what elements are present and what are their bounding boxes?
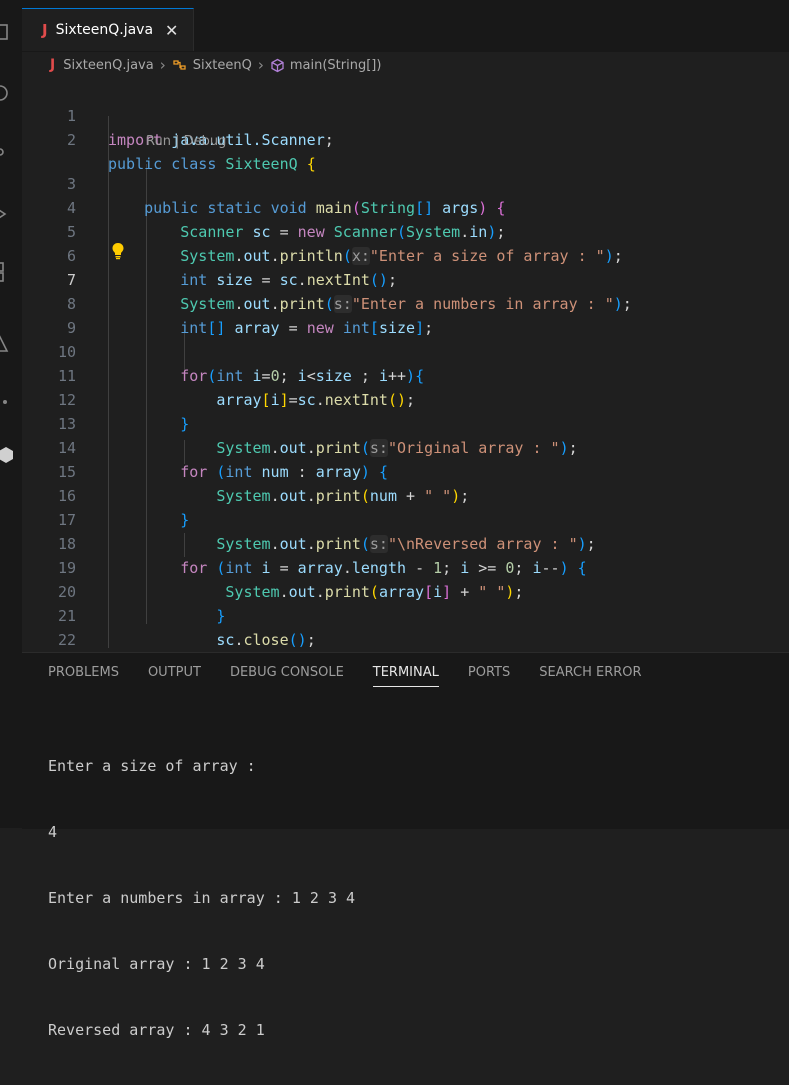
code-line: 14 for (int num : array) { xyxy=(57,439,388,481)
code-line: 20 } xyxy=(57,583,226,625)
code-line: 15 System.out.print(num + " "); xyxy=(57,463,470,505)
terminal-line: Enter a numbers in array : 1 2 3 4 xyxy=(48,889,356,907)
chevron-right-icon: › xyxy=(257,56,264,74)
code-line: 9 xyxy=(66,319,76,337)
breadcrumb-method[interactable]: main(String[]) xyxy=(270,57,382,73)
breadcrumb-class-label: SixteenQ xyxy=(192,57,252,73)
code-line: 19 System.out.print(array[i] + " "); xyxy=(57,559,524,601)
code-line: 6 int size = sc.nextInt(); xyxy=(66,247,397,289)
bottom-panel: PROBLEMS OUTPUT DEBUG CONSOLE TERMINAL P… xyxy=(22,652,789,1039)
terminal-line: Original array : 1 2 3 4 xyxy=(48,955,265,973)
editor-tab-strip: J SixteenQ.java ✕ xyxy=(22,0,789,52)
code-line: 10 for(int i=0; i<size ; i++){ xyxy=(57,343,425,385)
breadcrumb-method-label: main(String[]) xyxy=(289,57,382,73)
terminal-output[interactable]: Enter a size of array : 4 Enter a number… xyxy=(48,711,355,1085)
code-line: 22 } xyxy=(57,631,189,673)
code-line: 16 } xyxy=(57,487,190,529)
code-line: 21 sc.close(); xyxy=(57,607,316,649)
code-line: 3 public static void main(String[] args)… xyxy=(66,175,506,217)
code-line: 23 } xyxy=(22,628,789,697)
tab-search-error[interactable]: SEARCH ERROR xyxy=(539,665,641,687)
tab-label: SixteenQ.java xyxy=(55,22,154,38)
terminal-line: Reversed array : 4 3 2 1 xyxy=(48,1021,265,1039)
breadcrumb-file-label: SixteenQ.java xyxy=(63,57,154,73)
breadcrumb-file[interactable]: J SixteenQ.java xyxy=(50,57,154,73)
remote-icon[interactable] xyxy=(0,393,9,411)
code-line: 1 import java.util.Scanner; xyxy=(66,107,334,149)
class-symbol-icon xyxy=(173,60,186,70)
source-control-icon[interactable] xyxy=(0,143,9,161)
breadcrumb-class[interactable]: SixteenQ xyxy=(172,58,252,73)
activity-bar xyxy=(0,0,22,828)
terminal-line: Enter a size of array : xyxy=(48,757,256,775)
code-line: 18 for (int i = array.length - 1; i >= 0… xyxy=(57,535,587,577)
copilot-icon[interactable] xyxy=(0,446,15,464)
search-icon[interactable] xyxy=(0,84,9,102)
code-line: 13 System.out.print(s:"Original array : … xyxy=(57,415,578,457)
code-line: 4 Scanner sc = new Scanner(System.in); xyxy=(66,199,506,241)
close-icon[interactable]: ✕ xyxy=(165,21,178,40)
lightbulb-icon[interactable] xyxy=(110,242,126,260)
tab-problems[interactable]: PROBLEMS xyxy=(48,665,119,687)
code-line: 5 System.out.println(x:"Enter a size of … xyxy=(66,223,623,265)
explorer-icon[interactable] xyxy=(0,23,9,41)
chevron-right-icon: › xyxy=(159,56,166,74)
code-line: 8 int[] array = new int[size]; xyxy=(66,295,434,337)
tab-output[interactable]: OUTPUT xyxy=(148,665,201,687)
extensions-icon[interactable] xyxy=(0,260,9,282)
tab-sixteenq-java[interactable]: J SixteenQ.java ✕ xyxy=(22,8,194,51)
code-line-current: 7 System.out.print(s:"Enter a numbers in… xyxy=(66,271,632,313)
code-line: 12 } xyxy=(57,391,190,433)
panel-tabs: PROBLEMS OUTPUT DEBUG CONSOLE TERMINAL P… xyxy=(48,665,671,687)
code-line: 11 array[i]=sc.nextInt(); xyxy=(57,367,416,409)
method-symbol-icon xyxy=(271,58,284,72)
java-file-icon: J xyxy=(42,21,48,39)
terminal-line: 4 xyxy=(48,823,58,841)
tab-ports[interactable]: PORTS xyxy=(468,665,510,687)
testing-icon[interactable] xyxy=(0,335,9,353)
code-line: 2 public class SixteenQ { xyxy=(66,131,316,173)
run-debug-icon[interactable] xyxy=(0,205,9,223)
code-line: 17 System.out.print(s:"\nReversed array … xyxy=(57,511,596,553)
breadcrumb: J SixteenQ.java › SixteenQ › main(String… xyxy=(22,52,789,78)
java-file-icon: J xyxy=(50,57,56,73)
tab-terminal[interactable]: TERMINAL xyxy=(372,665,439,687)
tab-debug-console[interactable]: DEBUG CONSOLE xyxy=(230,665,344,687)
code-editor[interactable]: 1 import java.util.Scanner; 2 public cla… xyxy=(22,80,789,697)
